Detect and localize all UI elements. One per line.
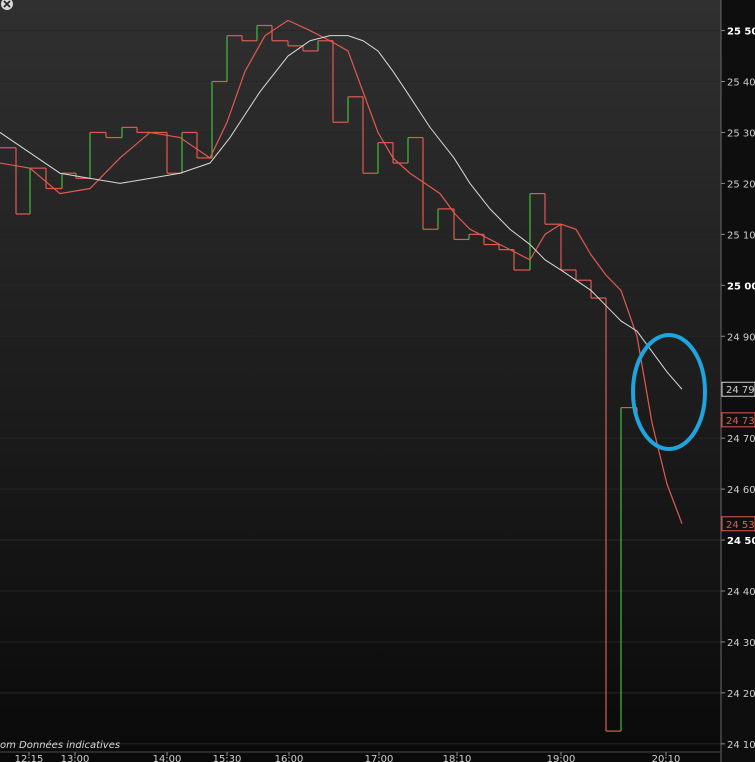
y-tick-label-7: 24 700 bbox=[727, 434, 755, 445]
plot-background bbox=[0, 0, 721, 762]
price-label-1: 24 736 bbox=[726, 416, 755, 427]
x-tick-label-2: 14:00 bbox=[153, 754, 182, 762]
y-tick-label-8: 24 600 bbox=[727, 485, 755, 496]
x-tick-label-5: 17:00 bbox=[365, 754, 394, 762]
y-tick-label-10: 24 400 bbox=[727, 587, 755, 598]
x-tick-label-6: 18:10 bbox=[443, 754, 472, 762]
chart-svg: 25 50 25 400 25 300 25 200 25 100 25 00 24 900… bbox=[0, 0, 755, 762]
x-tick-label-3: 15:30 bbox=[213, 754, 242, 762]
x-tick-label-0: 12:15 bbox=[15, 754, 44, 762]
y-tick-label-11: 24 300 bbox=[727, 638, 755, 649]
y-tick-label-6: 24 900 bbox=[727, 332, 755, 343]
y-tick-label-4: 25 100 bbox=[727, 230, 755, 241]
y-tick-label-13: 24 100 bbox=[727, 740, 755, 751]
y-tick-label-9: 24 50 bbox=[727, 536, 755, 547]
x-tick-label-4: 16:00 bbox=[275, 754, 304, 762]
price-label-2: 24 532 bbox=[726, 520, 755, 531]
x-tick-label-7: 19:00 bbox=[547, 754, 576, 762]
chart-footnote: om Données indicatives bbox=[0, 739, 120, 751]
y-tick-label-12: 24 200 bbox=[727, 689, 755, 700]
x-tick-label-8: 20:10 bbox=[652, 754, 681, 762]
y-tick-label-2: 25 300 bbox=[727, 128, 755, 139]
y-tick-label-5: 25 00 bbox=[727, 281, 755, 292]
x-tick-label-1: 13:00 bbox=[61, 754, 90, 762]
y-tick-label-0: 25 50 bbox=[727, 27, 755, 38]
y-tick-label-3: 25 200 bbox=[727, 179, 755, 190]
y-tick-label-1: 25 400 bbox=[727, 78, 755, 89]
chart-root: 25 50 25 400 25 300 25 200 25 100 25 00 24 900… bbox=[0, 0, 755, 762]
price-label-0: 24 796 bbox=[726, 385, 755, 396]
